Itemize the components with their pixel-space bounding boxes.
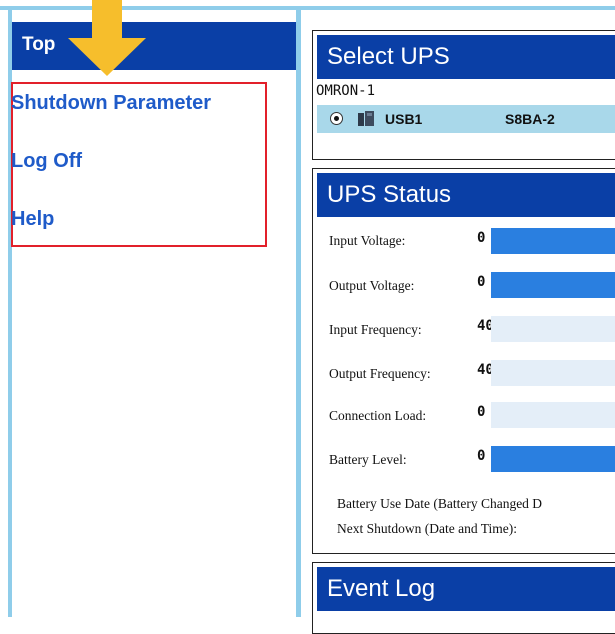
ups-model-label: S8BA-2 (505, 111, 555, 127)
connection-load-value: 0 (477, 404, 486, 420)
pointer-arrow-icon (68, 0, 146, 76)
sidebar-item-log-off[interactable]: Log Off (11, 150, 82, 173)
ups-port-label: USB1 (385, 111, 423, 127)
ups-status-title: UPS Status (317, 173, 615, 217)
output-voltage-value: 0 (477, 274, 486, 290)
battery-level-label: Battery Level: (329, 452, 407, 467)
select-ups-panel: Select UPS OMRON-1 USB1 S8BA-2 (312, 30, 615, 160)
output-voltage-bar-fill (491, 272, 615, 298)
sidebar-top-label: Top (22, 34, 56, 55)
battery-level-bar-fill (491, 446, 615, 472)
input-voltage-bar-fill (491, 228, 615, 254)
ups-group-name: OMRON-1 (316, 83, 376, 99)
ups-device-icon (358, 111, 374, 126)
next-shutdown-label: Next Shutdown (Date and Time): (337, 521, 517, 536)
input-voltage-label: Input Voltage: (329, 233, 406, 248)
ups-radio-button[interactable] (330, 112, 343, 125)
sidebar-item-shutdown-parameter[interactable]: Shutdown Parameter (11, 92, 211, 115)
battery-use-date-label: Battery Use Date (Battery Changed D (337, 496, 543, 511)
input-voltage-bar (491, 228, 615, 254)
input-voltage-value: 0 (477, 230, 486, 246)
battery-level-bar (491, 446, 615, 472)
output-voltage-bar (491, 272, 615, 298)
connection-load-label: Connection Load: (329, 408, 427, 423)
sidebar-item-help[interactable]: Help (11, 208, 54, 231)
connection-load-bar (491, 402, 615, 428)
event-log-panel: Event Log (312, 562, 615, 634)
select-ups-title: Select UPS (317, 35, 615, 79)
input-frequency-label: Input Frequency: (329, 322, 422, 337)
battery-level-value: 0 (477, 448, 486, 464)
output-frequency-label: Output Frequency: (329, 366, 431, 381)
event-log-title: Event Log (317, 567, 615, 611)
ups-device-row[interactable]: USB1 S8BA-2 (317, 105, 615, 133)
input-frequency-bar (491, 316, 615, 342)
output-voltage-label: Output Voltage: (329, 278, 415, 293)
frame-divider (296, 6, 301, 617)
output-frequency-bar (491, 360, 615, 386)
